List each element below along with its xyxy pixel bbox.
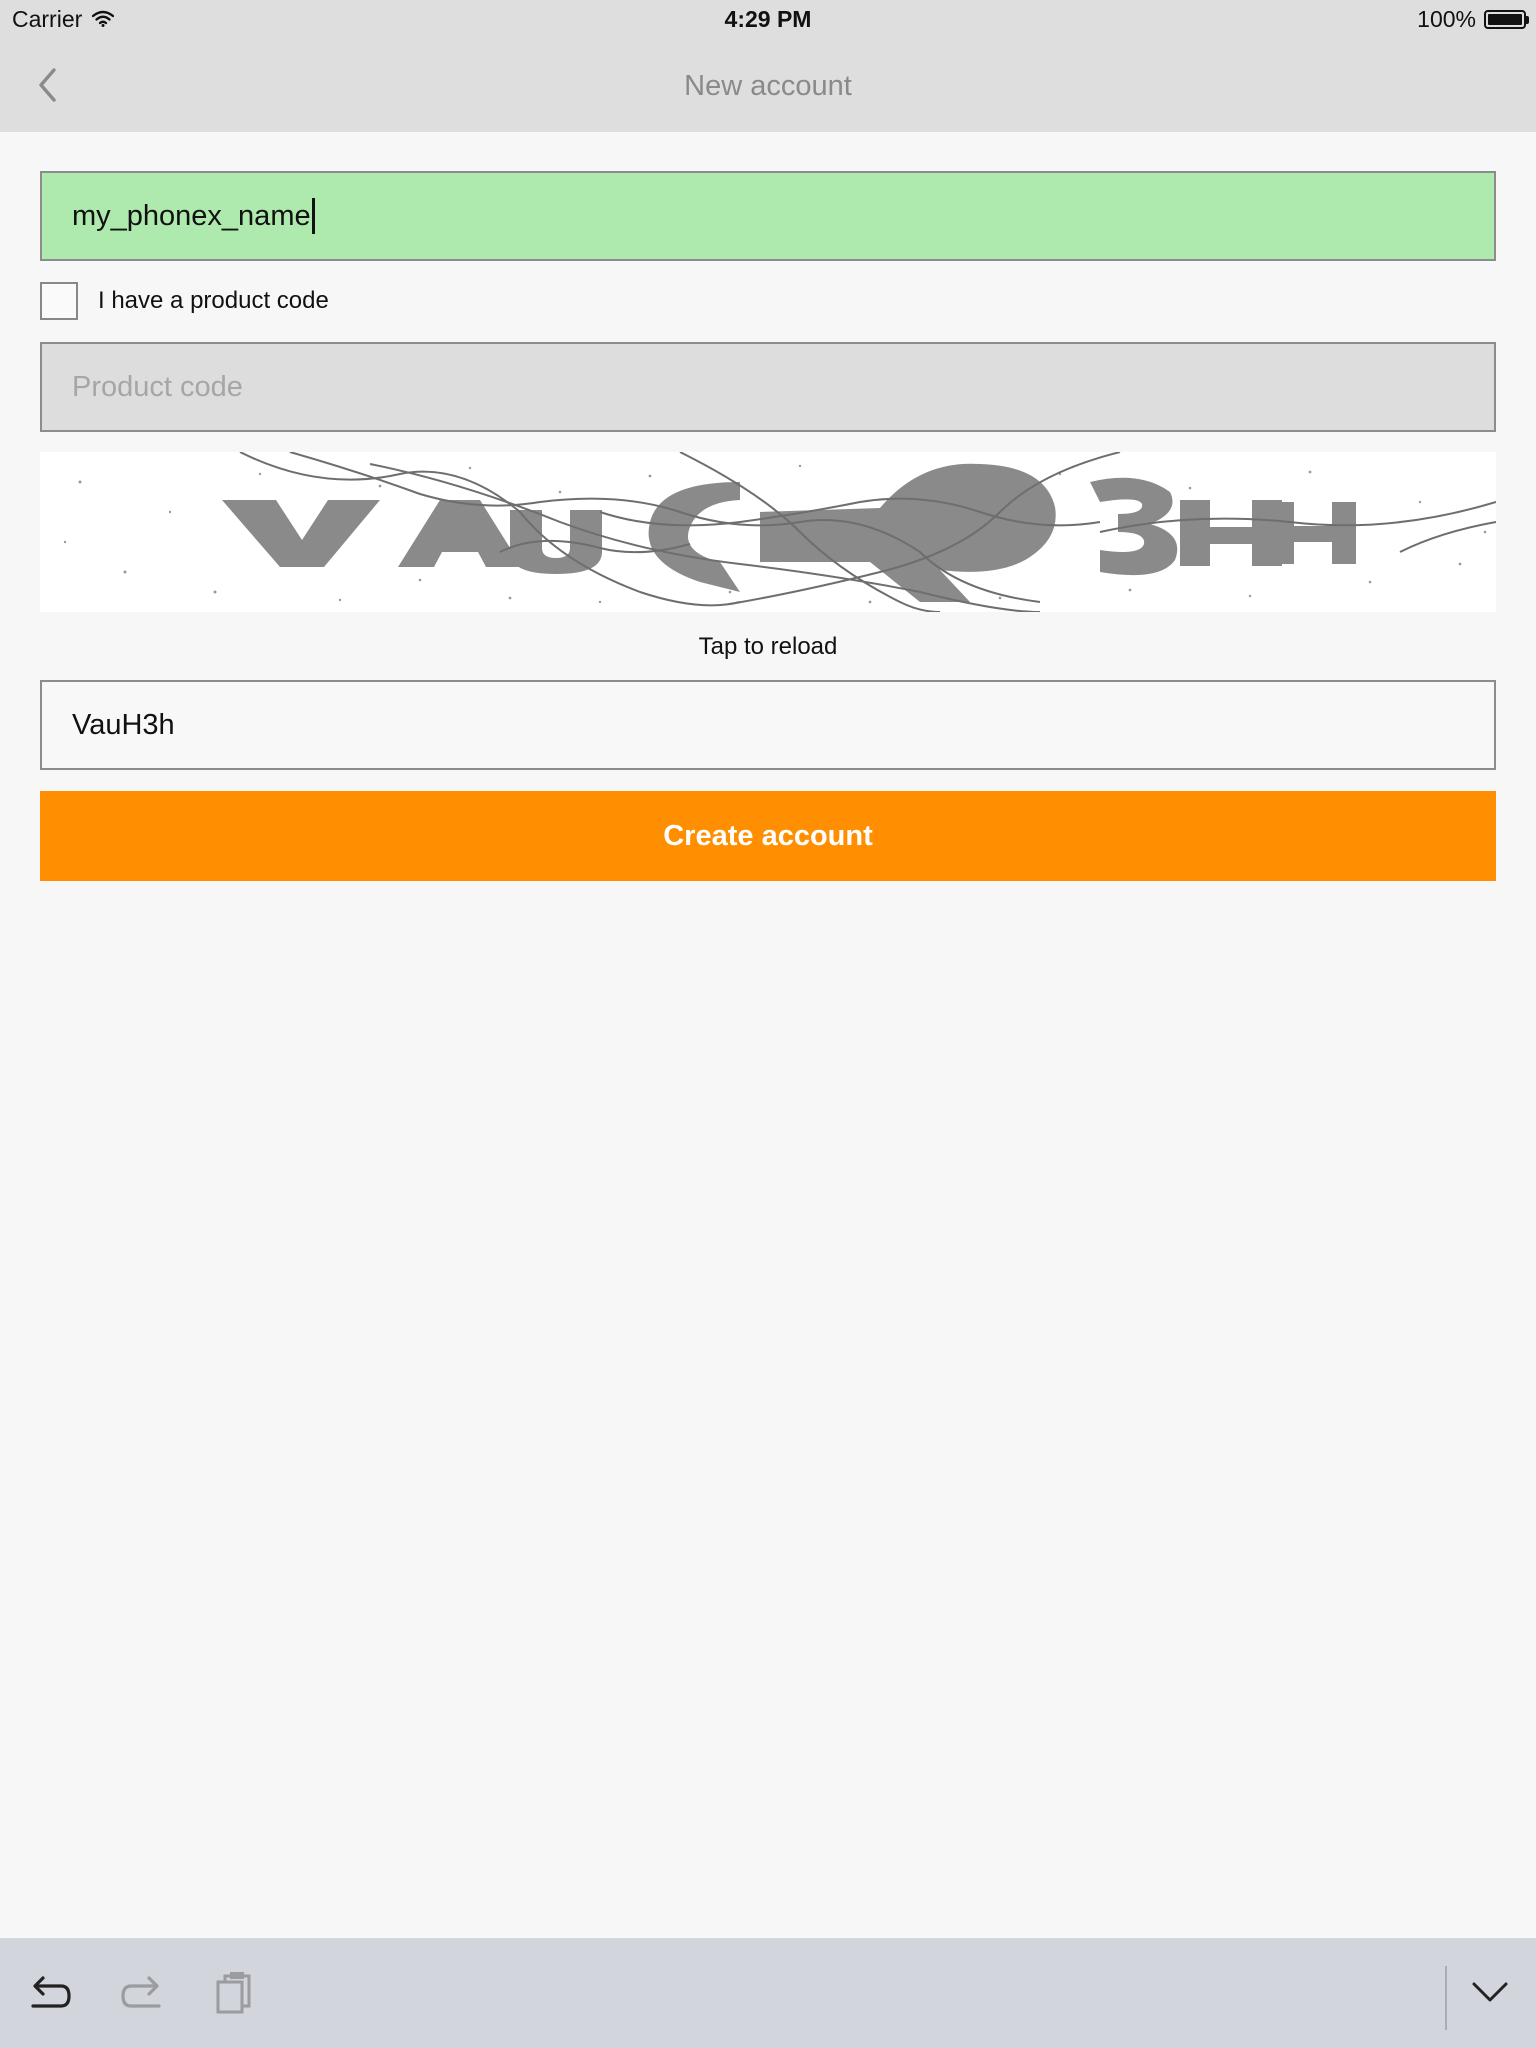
accessory-divider [1445, 1966, 1447, 2030]
battery-fill [1488, 14, 1522, 25]
dismiss-keyboard-button[interactable] [1462, 1968, 1518, 2020]
product-code-placeholder: Product code [72, 370, 243, 403]
product-code-checkbox[interactable] [40, 282, 78, 320]
chevron-down-icon [1470, 1980, 1510, 2009]
undo-icon [27, 1972, 73, 2017]
page-title: New account [684, 70, 852, 102]
username-input[interactable]: my_phonex_name [40, 171, 1496, 261]
captcha-input[interactable]: VauH3h [40, 680, 1496, 770]
create-account-button[interactable]: Create account [40, 791, 1496, 881]
product-code-checkbox-label: I have a product code [98, 287, 329, 314]
text-cursor [311, 198, 315, 234]
captcha-reload-hint[interactable]: Tap to reload [0, 633, 1536, 661]
navigation-bar: New account [0, 42, 1536, 132]
clipboard-icon [213, 1970, 255, 2019]
product-code-toggle[interactable]: I have a product code [40, 282, 329, 320]
captcha-value: VauH3h [72, 708, 175, 741]
product-code-input[interactable]: Product code [40, 342, 1496, 432]
battery-icon [1484, 10, 1529, 29]
redo-icon [119, 1972, 165, 2017]
status-right: 100% [1417, 6, 1529, 33]
username-value: my_phonex_name [72, 199, 311, 232]
paste-button[interactable] [206, 1968, 262, 2020]
status-bar: Carrier 4:29 PM 100% [0, 0, 1536, 42]
redo-button[interactable] [114, 1968, 170, 2020]
captcha-image[interactable] [40, 452, 1496, 612]
undo-button[interactable] [22, 1968, 78, 2020]
battery-percent: 100% [1417, 6, 1476, 32]
status-time: 4:29 PM [724, 6, 812, 32]
keyboard-accessory-bar [0, 1938, 1536, 2048]
